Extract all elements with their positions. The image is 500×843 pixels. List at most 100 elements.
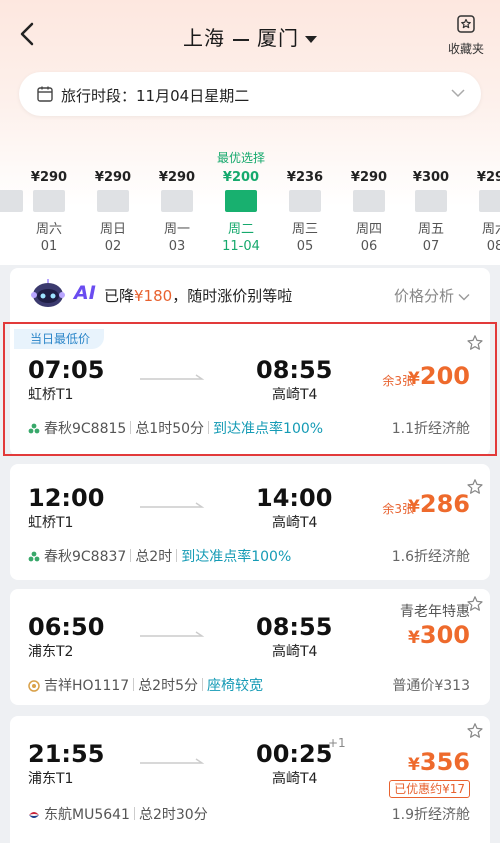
- next-day-indicator: +1: [328, 736, 346, 750]
- star-icon[interactable]: [466, 334, 484, 352]
- price-bar: [161, 190, 193, 212]
- date-weekday: 周四: [355, 222, 382, 237]
- flight-card[interactable]: 青老年特惠 06:50 浦东T2 08:55 高崎T4 ¥300 吉祥HO111…: [10, 589, 490, 705]
- flight-arrow: [140, 631, 205, 637]
- duration: 总1时50分: [135, 421, 205, 437]
- date-price: 0: [0, 168, 15, 188]
- date-day: 07: [422, 239, 440, 254]
- flight-arrow: [140, 758, 205, 764]
- date-price: ¥290: [476, 170, 500, 185]
- best-choice-label: 最优选择: [216, 151, 265, 165]
- best-choice-label: [463, 150, 500, 166]
- date-price: ¥200: [222, 170, 260, 185]
- divider: [133, 807, 135, 820]
- lowest-price-tag: 当日最低价: [14, 329, 105, 349]
- date-item[interactable]: ¥236 周三 05: [273, 150, 337, 254]
- price-bar: [353, 190, 385, 212]
- departure-airport: 虹桥T1: [28, 515, 74, 531]
- date-item[interactable]: ¥300 周五 07: [399, 150, 463, 254]
- date-day: 01: [40, 239, 58, 254]
- flight-meta: 吉祥HO1117 总2时5分 座椅较宽: [28, 675, 263, 695]
- date-price: ¥300: [412, 170, 450, 185]
- flight-price: ¥286: [408, 490, 470, 518]
- date-item-selected[interactable]: 最优选择 ¥200 周二 11-04: [209, 150, 273, 254]
- chevron-down-icon: [451, 89, 465, 98]
- currency-symbol: ¥: [408, 369, 420, 389]
- ai-price-bar: AI 已降¥180，随时涨价别等啦 价格分析: [10, 268, 490, 320]
- divider: [130, 421, 132, 434]
- date-item[interactable]: ¥290 周日 02: [81, 150, 145, 254]
- price-bar: [415, 190, 447, 212]
- favorites-button[interactable]: 收藏夹: [446, 14, 486, 57]
- header: 上海 厦门 收藏夹: [0, 0, 500, 70]
- divider: [176, 549, 178, 562]
- date-price: ¥290: [30, 170, 68, 185]
- cabin-class: 1.9折经济舱: [391, 807, 470, 823]
- best-choice-label: [0, 150, 15, 166]
- ai-amount: ¥180: [134, 287, 173, 305]
- price-bar: [33, 190, 65, 212]
- departure-time: 06:50: [28, 613, 105, 641]
- cabin-class: 1.6折经济舱: [391, 549, 470, 565]
- price-value: 300: [419, 621, 470, 649]
- date-price: ¥290: [94, 170, 132, 185]
- best-choice-label: [81, 150, 145, 166]
- flight-card[interactable]: 12:00 虹桥T1 14:00 高崎T4 余3张 ¥286 春秋9C8837 总…: [10, 464, 490, 580]
- arrival-airport: 高崎T4: [272, 644, 318, 660]
- ai-logo: AI: [74, 282, 96, 304]
- ai-message: 已降¥180，随时涨价别等啦: [104, 285, 292, 306]
- travel-period-text: 旅行时段：11月04日星期二: [61, 85, 249, 106]
- flight-card[interactable]: 当日最低价 07:05 虹桥T1 08:55 高崎T4 余3张 ¥200 春秋9…: [3, 320, 497, 456]
- star-box-icon: [457, 15, 475, 33]
- spring-airlines-icon: [28, 551, 40, 562]
- date-day: 03: [168, 239, 186, 254]
- ai-robot-icon: [31, 279, 65, 307]
- date-item[interactable]: ¥290 周一 03: [145, 150, 209, 254]
- flight-meta: 东航MU5641 总2时30分: [28, 804, 208, 824]
- best-choice-label: [145, 150, 209, 166]
- currency-symbol: ¥: [408, 628, 420, 648]
- feature-text: 到达准点率100%: [181, 549, 292, 565]
- ai-suffix: ，随时涨价别等啦: [172, 287, 293, 305]
- travel-period-selector[interactable]: 旅行时段：11月04日星期二: [19, 72, 481, 116]
- date-weekday: 周三: [291, 222, 318, 237]
- date-day: 02: [104, 239, 122, 254]
- travel-period-value: 11月04日星期二: [136, 87, 250, 105]
- airline-flight: 春秋9C8837: [44, 549, 127, 565]
- flight-price: ¥356: [408, 748, 470, 776]
- flight-card[interactable]: 21:55 浦东T1 00:25 +1 高崎T4 ¥356 已优惠约¥17 东航…: [10, 716, 490, 843]
- price-analysis-button[interactable]: 价格分析: [394, 285, 470, 306]
- regular-price: 普通价¥313: [392, 678, 470, 694]
- duration: 总2时: [135, 549, 173, 565]
- best-choice-label: [273, 150, 337, 166]
- star-icon[interactable]: [466, 722, 484, 740]
- date-item[interactable]: ¥290 周六 01: [17, 150, 81, 254]
- date-item[interactable]: ¥290 周四 06: [337, 150, 401, 254]
- arrival-time: 00:25: [256, 740, 333, 768]
- discount-badge: 已优惠约¥17: [389, 780, 470, 798]
- juneyao-airlines-icon: [28, 680, 40, 692]
- divider: [130, 549, 132, 562]
- travel-period-label: 旅行时段：: [61, 87, 137, 105]
- price-value: 356: [419, 748, 470, 776]
- ai-prefix: 已降: [104, 287, 135, 305]
- price-value: 286: [419, 490, 470, 518]
- date-day: 08: [486, 239, 500, 254]
- date-weekday: 周六: [35, 222, 62, 237]
- feature-text: 到达准点率100%: [213, 421, 324, 437]
- departure-airport: 浦东T1: [28, 771, 74, 787]
- date-item[interactable]: ¥290 周六 08: [463, 150, 500, 254]
- price-bar: [97, 190, 129, 212]
- route-dash: [233, 38, 249, 41]
- divider: [202, 678, 204, 691]
- departure-time: 21:55: [28, 740, 105, 768]
- departure-time: 07:05: [28, 356, 105, 384]
- route-title[interactable]: 上海 厦门: [0, 22, 500, 51]
- date-item[interactable]: 0: [0, 150, 23, 218]
- duration: 总2时30分: [138, 807, 208, 823]
- date-price: ¥290: [158, 170, 196, 185]
- origin-city: 上海: [183, 26, 225, 50]
- best-choice-label: [17, 150, 81, 166]
- feature-text: 座椅较宽: [207, 678, 264, 694]
- currency-symbol: ¥: [408, 497, 420, 517]
